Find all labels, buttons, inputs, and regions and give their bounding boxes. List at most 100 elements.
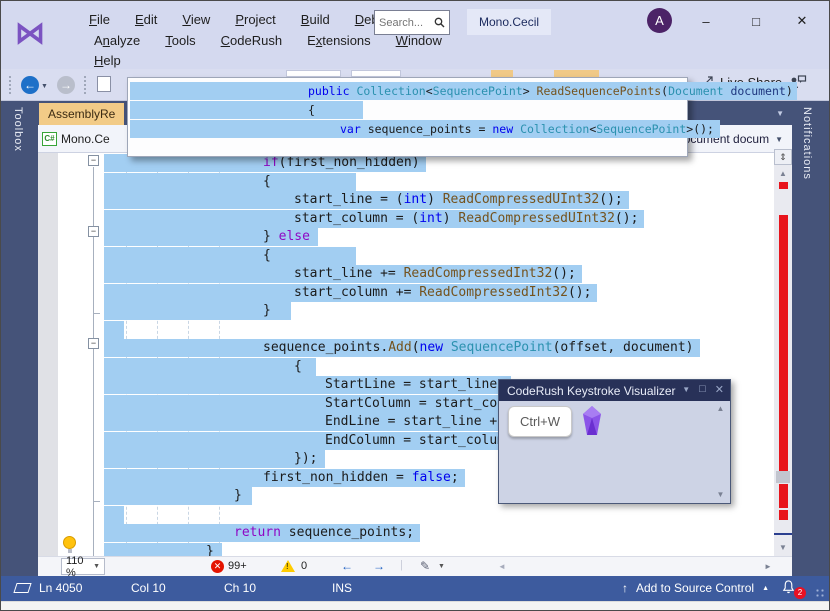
code-line[interactable]: EndLine = start_line + delt (104, 413, 542, 431)
status-column-number[interactable]: Col 10 (131, 581, 166, 595)
fold-collapse-button[interactable]: − (88, 155, 99, 166)
navigate-back-button[interactable]: ← (21, 76, 39, 94)
status-character-number[interactable]: Ch 10 (224, 581, 256, 595)
menu-item-help[interactable]: Help (94, 53, 121, 68)
new-file-icon[interactable] (97, 76, 111, 92)
code-line[interactable]: StartColumn = start_column, (104, 395, 542, 413)
code-line[interactable]: start_line += ReadCompressedInt32(); (104, 265, 582, 283)
code-line[interactable]: return sequence_points; (104, 524, 420, 542)
error-count[interactable]: 99+ (228, 560, 247, 572)
scroll-down-icon[interactable]: ▼ (774, 543, 792, 552)
navigate-forward-icon[interactable]: → (373, 559, 385, 573)
warning-icon[interactable] (281, 560, 295, 572)
code-line[interactable]: }); (104, 450, 325, 468)
code-line[interactable]: EndColumn = start_column + (104, 432, 542, 450)
toolbar-combo-partial[interactable] (286, 70, 341, 77)
search-input[interactable] (379, 17, 431, 29)
menu-item-window[interactable]: Window (396, 33, 442, 48)
keystroke-visualizer-window[interactable]: CodeRush Keystroke Visualizer ▼ □ ✕ Ctrl… (498, 379, 731, 504)
avatar[interactable]: A (647, 8, 672, 33)
back-history-caret-icon[interactable]: ▼ (41, 83, 48, 90)
sidebar-tab-toolbox[interactable]: Toolbox (12, 107, 24, 152)
document-tab[interactable]: AssemblyRe (39, 103, 124, 125)
code-line[interactable]: } else (104, 228, 318, 246)
toolbar-grip[interactable] (8, 75, 12, 95)
code-line[interactable]: { (104, 247, 356, 265)
scroll-right-icon[interactable]: ► (764, 562, 772, 571)
menu-row-3: Help (94, 53, 121, 68)
vertical-scrollbar[interactable]: ⇕ ▲ ▼ (774, 153, 792, 556)
menu-item-extensions[interactable]: Extensions (307, 33, 371, 48)
scroll-up-icon[interactable]: ▲ (774, 169, 792, 178)
toolbar-button-partial[interactable] (554, 70, 599, 77)
document-well-dropdown-icon[interactable]: ▼ (776, 109, 784, 118)
visualizer-scrollbar[interactable]: ▲ ▼ (714, 404, 727, 501)
status-line-number[interactable]: Ln 4050 (39, 581, 82, 595)
code-cleanup-icon[interactable]: ✎ (420, 559, 430, 573)
warning-count[interactable]: 0 (301, 560, 307, 572)
code-line[interactable]: } (104, 487, 252, 505)
scroll-down-icon[interactable]: ▼ (714, 490, 727, 499)
toolbar-grip[interactable] (83, 75, 87, 95)
code-line[interactable]: first_non_hidden = false; (104, 469, 465, 487)
zoom-level-combo[interactable]: 110 % ▼ (61, 558, 105, 575)
code-line[interactable]: { (104, 358, 316, 376)
window-menu-icon[interactable]: ▼ (682, 383, 690, 396)
resize-grip[interactable] (815, 588, 825, 598)
scrollbar-thumb[interactable] (776, 471, 790, 483)
close-icon[interactable]: ✕ (715, 383, 724, 396)
right-dock-strip: Notifications (792, 101, 830, 576)
lightbulb-icon[interactable] (63, 536, 76, 549)
nav-file-dropdown[interactable]: Mono.Ce (61, 132, 110, 146)
code-line[interactable] (104, 321, 124, 339)
fold-collapse-button[interactable]: − (88, 338, 99, 349)
keystroke-visualizer-titlebar[interactable]: CodeRush Keystroke Visualizer ▼ □ ✕ (499, 380, 730, 401)
chevron-up-icon: ▲ (762, 585, 769, 592)
menu-item-edit[interactable]: Edit (135, 12, 157, 27)
error-mark (779, 182, 788, 189)
code-line[interactable]: public Collection<SequencePoint> ReadSeq… (130, 82, 797, 100)
chevron-down-icon: ▼ (775, 135, 783, 144)
close-button[interactable]: ✕ (787, 9, 817, 33)
menu-item-analyze[interactable]: Analyze (94, 33, 140, 48)
toolbar-combo-partial[interactable] (351, 70, 401, 77)
menu-item-view[interactable]: View (182, 12, 210, 27)
solution-name[interactable]: Mono.Cecil (467, 9, 551, 35)
menu-item-file[interactable]: File (89, 12, 110, 27)
editor-split-handle[interactable]: ⇕ (774, 149, 792, 165)
error-icon[interactable]: ✕ (211, 560, 224, 573)
code-line[interactable]: StartLine = start_line, (104, 376, 511, 394)
navigate-forward-button[interactable]: → (57, 76, 75, 94)
scroll-left-icon[interactable]: ◄ (498, 562, 506, 571)
notifications-bell-button[interactable]: 2 (781, 579, 801, 597)
code-line[interactable]: { (104, 173, 356, 191)
code-line[interactable]: start_line = (int) ReadCompressedUInt32(… (104, 191, 629, 209)
menu-item-build[interactable]: Build (301, 12, 330, 27)
code-line[interactable]: start_column = (int) ReadCompressedUInt3… (104, 210, 644, 228)
toolbar-button-partial[interactable] (491, 70, 513, 77)
sidebar-tab-notifications[interactable]: Notifications (801, 107, 813, 180)
scroll-up-icon[interactable]: ▲ (714, 404, 727, 413)
error-mark (779, 215, 788, 471)
chevron-down-icon: ▼ (93, 563, 100, 570)
maximize-button[interactable]: □ (741, 9, 771, 33)
menu-item-project[interactable]: Project (235, 12, 275, 27)
code-line[interactable]: } (104, 543, 222, 557)
code-line[interactable]: { (130, 101, 363, 119)
code-line[interactable]: sequence_points.Add(new SequencePoint(of… (104, 339, 700, 357)
code-peek-popup[interactable]: public Collection<SequencePoint> ReadSeq… (127, 77, 688, 157)
navigate-back-icon[interactable]: ← (341, 559, 353, 573)
code-line[interactable]: var sequence_points = new Collection<Seq… (130, 120, 720, 138)
menu-item-coderush[interactable]: CodeRush (221, 33, 282, 48)
maximize-icon[interactable]: □ (699, 383, 706, 396)
code-line[interactable] (104, 506, 124, 524)
chevron-down-icon[interactable]: ▼ (438, 563, 445, 570)
menu-item-tools[interactable]: Tools (165, 33, 195, 48)
code-line[interactable]: start_column += ReadCompressedInt32(); (104, 284, 597, 302)
minimize-button[interactable]: – (691, 9, 721, 33)
code-line[interactable]: } (104, 302, 291, 320)
add-to-source-control-button[interactable]: ↑ Add to Source Control ▲ (622, 581, 769, 595)
fold-collapse-button[interactable]: − (88, 226, 99, 237)
status-insert-mode[interactable]: INS (332, 581, 352, 595)
search-box[interactable] (374, 10, 450, 35)
